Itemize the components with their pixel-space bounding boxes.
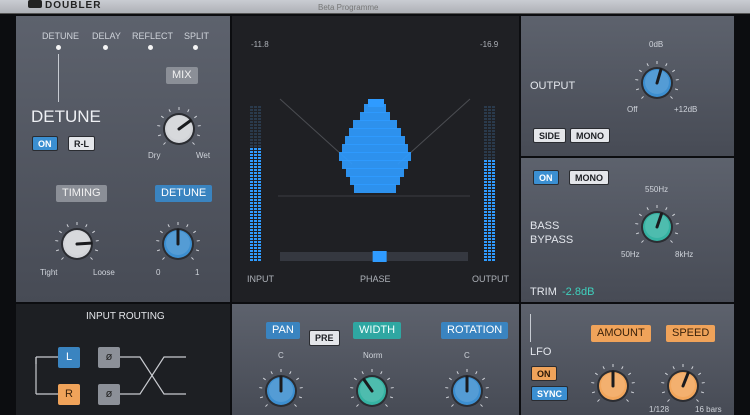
output-meter (484, 106, 495, 261)
logo-text: DOUBLER (45, 0, 102, 11)
output-title: OUTPUT (530, 80, 576, 92)
mode-detune-dot[interactable] (56, 45, 61, 50)
app-logo: DOUBLER (28, 0, 102, 11)
timing-label: TIMING (56, 185, 107, 202)
detune-title: DETUNE (31, 107, 101, 126)
routing-diagram (35, 356, 186, 395)
timing-max-label: Loose (93, 268, 115, 277)
detune-panel: DETUNE DELAY REFLECT SPLIT DETUNE ON R-L… (16, 16, 230, 302)
bass-on-button[interactable]: ON (533, 170, 559, 185)
width-norm-label: Norm (363, 351, 383, 360)
stereo-panel: PAN PRE WIDTH ROTATION C Norm C (232, 304, 519, 415)
phase-label: PHASE (360, 274, 391, 284)
output-max-label: +12dB (674, 105, 698, 114)
input-meter (250, 106, 261, 261)
bass-freq-knob[interactable] (632, 202, 682, 252)
mode-delay-dot[interactable] (103, 45, 108, 50)
mode-split-dot[interactable] (193, 45, 198, 50)
routing-left-channel[interactable]: L (58, 347, 80, 368)
title-bar: DOUBLER Beta Programme (0, 0, 750, 14)
lfo-speed-knob[interactable] (658, 361, 708, 411)
timing-min-label: Tight (40, 268, 58, 277)
side-button[interactable]: SIDE (533, 128, 567, 143)
pan-label: PAN (266, 322, 300, 339)
mode-reflect-dot[interactable] (148, 45, 153, 50)
lfo-sync-button[interactable]: SYNC (531, 386, 569, 401)
output-mono-button[interactable]: MONO (570, 128, 610, 143)
pan-knob[interactable] (256, 366, 306, 415)
trim-value[interactable]: -2.8dB (562, 286, 594, 298)
visualizer-panel: -11.8 -16.9 INPUT PHASE OUTPUT (232, 16, 519, 302)
lfo-title: LFO (530, 346, 552, 358)
output-min-label: Off (627, 105, 638, 114)
logo-mark-icon (28, 0, 42, 8)
preset-name[interactable]: Beta Programme (318, 3, 378, 12)
lfo-amount-knob[interactable] (588, 361, 638, 411)
input-meter-label: INPUT (247, 274, 274, 284)
mode-pointer-line (58, 54, 59, 102)
detune-amount-knob[interactable] (153, 219, 203, 269)
detune-amount-label: DETUNE (155, 185, 213, 202)
output-knob[interactable] (632, 58, 682, 108)
lfo-panel: LFO ON SYNC AMOUNT SPEED 1/128 16 bars (521, 304, 734, 415)
input-routing-panel: INPUT ROUTING L ø R ø (16, 304, 230, 415)
lfo-speed-label: SPEED (666, 325, 716, 342)
width-label: WIDTH (353, 322, 402, 339)
mode-split[interactable]: SPLIT (184, 31, 209, 41)
detune-rl-button[interactable]: R-L (68, 136, 95, 151)
stereo-field-display (250, 98, 495, 262)
width-knob[interactable] (347, 366, 397, 415)
phase-thumb (372, 251, 387, 262)
rotation-label: ROTATION (441, 322, 509, 339)
rotation-center-label: C (464, 351, 470, 360)
mode-detune[interactable]: DETUNE (42, 31, 79, 41)
trim-label: TRIM (530, 286, 557, 298)
routing-right-channel[interactable]: R (58, 384, 80, 405)
bass-mono-button[interactable]: MONO (569, 170, 609, 185)
routing-left-phase-button[interactable]: ø (98, 347, 120, 368)
bass-bypass-panel: ON MONO BASS BYPASS 550Hz 50Hz 8kHz TRIM… (521, 158, 734, 302)
timing-knob[interactable] (52, 219, 102, 269)
mix-min-label: Dry (148, 151, 161, 160)
mix-label: MIX (166, 67, 198, 84)
lfo-speed-min: 1/128 (649, 405, 670, 414)
lfo-divider (530, 314, 531, 342)
mode-delay[interactable]: DELAY (92, 31, 121, 41)
lfo-on-button[interactable]: ON (531, 366, 557, 381)
stereo-fan-shape (339, 99, 411, 193)
cross-wire-a (120, 356, 186, 395)
rotation-knob[interactable] (442, 366, 492, 415)
output-meter-label: OUTPUT (472, 274, 509, 284)
pan-center-label: C (278, 351, 284, 360)
cross-wire-b (120, 356, 186, 395)
routing-right-phase-button[interactable]: ø (98, 384, 120, 405)
mix-max-label: Wet (196, 151, 211, 160)
bass-top-label: 550Hz (645, 185, 669, 194)
bass-title-line2: BYPASS (530, 234, 574, 246)
detune-on-button[interactable]: ON (32, 136, 58, 151)
mix-knob[interactable] (154, 104, 204, 154)
output-top-label: 0dB (649, 40, 664, 49)
bass-title-line1: BASS (530, 220, 560, 232)
detune-max-label: 1 (195, 268, 200, 277)
output-panel: OUTPUT 0dB Off +12dB SIDE MONO (521, 16, 734, 156)
detune-min-label: 0 (156, 268, 161, 277)
mode-reflect[interactable]: REFLECT (132, 31, 173, 41)
lfo-speed-max: 16 bars (695, 405, 722, 414)
lfo-amount-label: AMOUNT (591, 325, 651, 342)
pre-button[interactable]: PRE (309, 330, 340, 346)
